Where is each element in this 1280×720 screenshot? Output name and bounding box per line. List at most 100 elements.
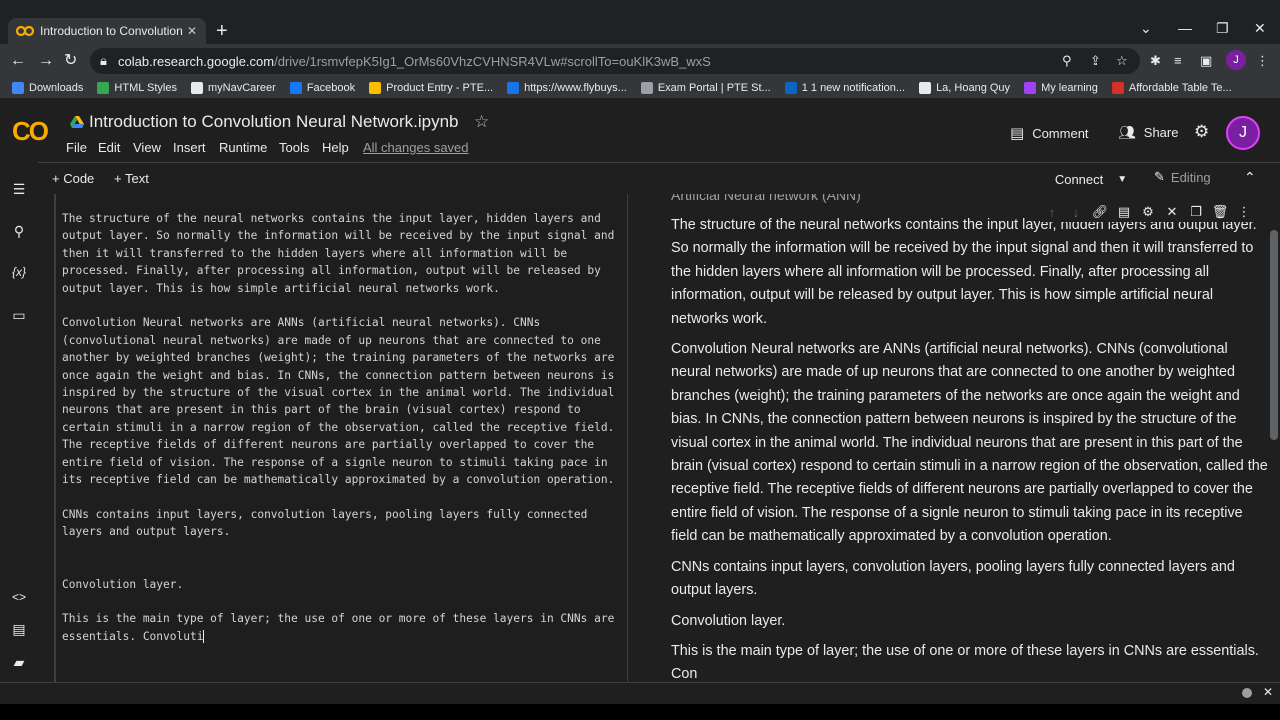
new-tab-icon[interactable]: + (216, 21, 228, 41)
menu-file[interactable]: File (66, 140, 87, 155)
markdown-editor[interactable]: The structure of the neural networks con… (56, 194, 628, 682)
preview-paragraph: Convolution Neural networks are ANNs (ar… (671, 341, 1268, 545)
markdown-preview: Artificial Neural network (ANN) The stru… (662, 194, 1268, 682)
notebook-title[interactable]: Introduction to Convolution Neural Netwo… (89, 112, 458, 132)
star-icon[interactable]: ☆ (474, 112, 489, 132)
terminal-icon[interactable]: ▰ (10, 654, 28, 671)
preview-heading: Artificial Neural network (ANN) (671, 194, 861, 203)
preview-paragraph: This is the main type of layer; the use … (671, 642, 1259, 682)
bookmark-item[interactable]: My learning (1024, 82, 1098, 94)
more-options-icon[interactable]: ⋮ (1232, 204, 1256, 220)
bookmark-item[interactable]: Facebook (289, 82, 355, 94)
colab-logo[interactable]: CO (12, 116, 49, 147)
collapse-header-icon[interactable]: ⌃ (1244, 169, 1256, 186)
save-status[interactable]: All changes saved (363, 140, 469, 155)
text-cell[interactable]: The structure of the neural networks con… (54, 194, 1270, 682)
bookmark-label: Product Entry - PTE... (386, 82, 494, 94)
menu-runtime[interactable]: Runtime (219, 140, 267, 155)
lock-icon[interactable]: 🔒︎ (100, 53, 107, 69)
search-icon[interactable]: ⚲ (10, 223, 28, 240)
comment-cell-icon[interactable]: ▤ (1112, 204, 1136, 220)
bookmark-label: myNavCareer (207, 82, 276, 94)
bookmark-item[interactable]: HTML Styles (97, 82, 177, 94)
link-icon[interactable]: 🔗︎ (1088, 204, 1112, 220)
menu-help[interactable]: Help (322, 140, 349, 155)
scrollbar-thumb[interactable] (1270, 230, 1278, 440)
back-icon[interactable]: ← (10, 51, 26, 71)
bookmark-item[interactable]: Affordable Table Te... (1111, 82, 1232, 94)
comment-icon: ▤ (1010, 125, 1025, 142)
editing-label: Editing (1170, 169, 1211, 185)
colab-favicon-icon (16, 25, 34, 37)
command-palette-icon[interactable]: ▤ (10, 621, 28, 638)
chevron-down-icon: ▼ (1117, 173, 1128, 185)
minimize-icon[interactable]: — (1178, 20, 1192, 36)
connect-label: Connect (1054, 171, 1104, 187)
status-indicator-icon[interactable] (1242, 688, 1252, 698)
bookmark-label: Downloads (29, 82, 84, 94)
menu-insert[interactable]: Insert (173, 140, 206, 155)
bookmark-item[interactable]: Product Entry - PTE... (369, 82, 493, 94)
menu-edit[interactable]: Edit (98, 140, 120, 155)
bookmark-item[interactable]: Exam Portal | PTE St... (640, 82, 771, 94)
bottom-edge (0, 704, 1280, 720)
side-panel-icon[interactable]: ▣ (1200, 53, 1212, 69)
tab-search-icon[interactable]: ⌄ (1140, 20, 1152, 36)
cell-source-text[interactable]: The structure of the neural networks con… (62, 212, 621, 643)
reload-icon[interactable]: ↻ (64, 51, 77, 71)
tab-close-icon[interactable]: ✕ (186, 24, 198, 38)
share-button[interactable]: 👥︎ Share (1118, 124, 1178, 141)
table-of-contents-icon[interactable]: ☰ (10, 181, 28, 198)
tab-title: Introduction to Convolution Neural Netwo… (40, 24, 186, 38)
bookmark-item[interactable]: myNavCareer (190, 82, 276, 94)
google-drive-icon (70, 116, 84, 128)
move-up-icon[interactable]: ↑ (1040, 205, 1064, 220)
add-code-button[interactable]: + Code (52, 171, 94, 186)
bookmark-star-icon[interactable]: ☆ (1116, 53, 1128, 69)
add-text-button[interactable]: + Text (114, 171, 149, 186)
restore-icon[interactable]: ❐ (1216, 20, 1229, 36)
delete-icon[interactable]: 🗑︎ (1208, 204, 1232, 220)
bookmark-label: Exam Portal | PTE St... (657, 82, 771, 94)
bookmark-favicon-icon (1024, 82, 1037, 94)
browser-profile-avatar[interactable]: J (1226, 50, 1246, 70)
variables-icon[interactable]: {x} (10, 265, 28, 279)
share-page-icon[interactable]: ⇪ (1090, 53, 1101, 69)
browser-menu-icon[interactable]: ⋮ (1256, 53, 1269, 69)
connect-button[interactable]: Connect ▼ (1048, 169, 1134, 189)
address-bar[interactable]: colab.research.google.com/drive/1rsmvfep… (90, 48, 1140, 74)
bookmark-favicon-icon (507, 82, 520, 94)
files-folder-icon[interactable]: ▭ (10, 307, 28, 324)
status-bar (0, 682, 1280, 704)
bookmark-label: My learning (1041, 82, 1098, 94)
bookmark-label: 1 1 new notification... (801, 82, 906, 94)
comment-button[interactable]: ▤ Comment (1010, 124, 1089, 142)
bookmark-favicon-icon (97, 82, 110, 94)
zoom-icon[interactable]: ⚲ (1062, 53, 1072, 69)
bookmark-item[interactable]: 1 1 new notification... (784, 82, 906, 94)
bookmark-label: https://www.flybuys... (524, 82, 627, 94)
menu-view[interactable]: View (133, 140, 161, 155)
status-close-icon[interactable]: ✕ (1263, 685, 1273, 699)
forward-icon[interactable]: → (38, 51, 54, 71)
bookmark-item[interactable]: https://www.flybuys... (507, 82, 627, 94)
cell-toolbar: ↑ ↓ 🔗︎ ▤ ⚙ ✕ ❐ 🗑︎ ⋮ (1040, 202, 1256, 222)
browser-tab[interactable]: Introduction to Convolution Neural Netwo… (8, 18, 206, 44)
preview-paragraph: The structure of the neural networks con… (671, 217, 1257, 327)
code-snippets-icon[interactable]: <> (10, 590, 28, 604)
cell-settings-icon[interactable]: ⚙ (1136, 204, 1160, 220)
settings-gear-icon[interactable]: ⚙ (1194, 122, 1209, 142)
editing-mode-button[interactable]: ✎ Editing (1154, 169, 1211, 185)
people-icon: 👥︎ (1118, 124, 1136, 140)
menu-tools[interactable]: Tools (279, 140, 309, 155)
extensions-icon[interactable]: ✱ (1150, 53, 1161, 69)
account-avatar[interactable]: J (1226, 116, 1260, 150)
mirror-cell-icon[interactable]: ❐ (1184, 204, 1208, 220)
left-sidebar (0, 162, 38, 682)
bookmark-item[interactable]: Downloads (12, 82, 83, 94)
window-close-icon[interactable]: ✕ (1254, 20, 1266, 36)
media-icon[interactable]: ≡ (1174, 53, 1182, 68)
close-editor-icon[interactable]: ✕ (1160, 204, 1184, 220)
move-down-icon[interactable]: ↓ (1064, 205, 1088, 220)
bookmark-item[interactable]: La, Hoang Quy (919, 82, 1010, 94)
